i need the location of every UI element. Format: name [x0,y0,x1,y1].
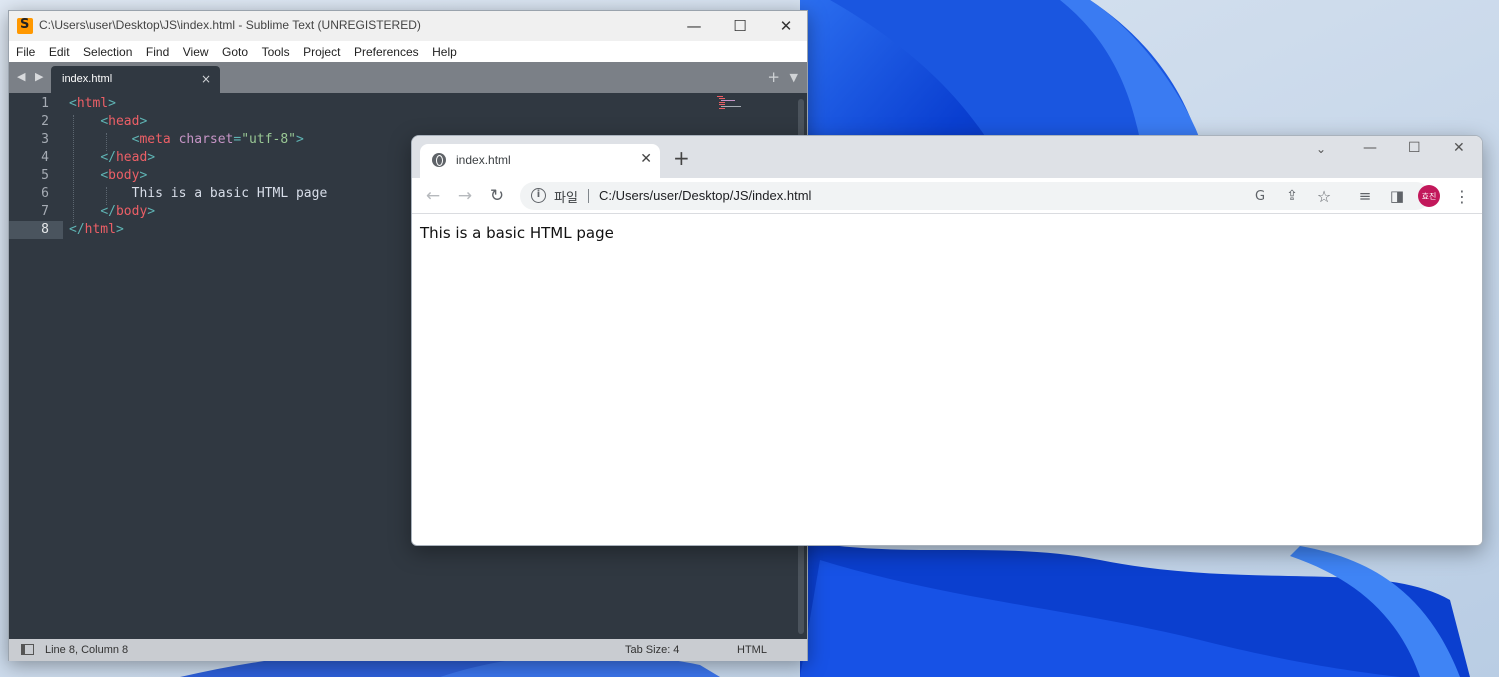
sublime-logo-icon: S [17,17,33,34]
info-icon[interactable]: i [531,188,546,203]
address-url[interactable]: C:/Users/user/Desktop/JS/index.html [599,188,811,203]
page-body-text: This is a basic HTML page [420,224,614,242]
toggle-panel-icon[interactable] [21,644,34,655]
maximize-icon[interactable]: ☐ [717,11,763,41]
chrome-page-content: This is a basic HTML page [412,215,1482,545]
bookmark-star-icon[interactable]: ☆ [1312,184,1336,208]
code-line-1: <html> [69,96,116,111]
menu-find[interactable]: Find [146,45,169,59]
menu-project[interactable]: Project [303,45,340,59]
more-menu-icon[interactable]: ⋮ [1450,184,1474,208]
menu-edit[interactable]: Edit [49,45,70,59]
profile-avatar[interactable]: 효진 [1418,185,1440,207]
minimap[interactable] [717,96,751,110]
tab-close-icon[interactable]: × [201,72,211,86]
chrome-tab-strip: index.html ✕ + ⌄ — ☐ ✕ [412,136,1482,178]
back-arrow-icon[interactable]: ← [421,184,445,208]
line-number: 2 [41,114,49,129]
sublime-status-bar: Line 8, Column 8 Tab Size: 4 HTML [9,639,807,661]
side-panel-icon[interactable]: ◨ [1385,184,1409,208]
tab-size-indicator[interactable]: Tab Size: 4 [625,644,679,656]
minimize-icon[interactable]: — [671,11,717,41]
code-line-6: This is a basic HTML page [131,186,328,201]
address-scheme-label: 파일 [554,191,578,206]
sublime-window-title: C:\Users\user\Desktop\JS\index.html - Su… [39,18,421,32]
sublime-tab-index-html[interactable]: index.html × [51,66,220,93]
tab-nav-arrows-icon[interactable]: ◀ ▶ [17,70,46,83]
code-line-2: <head> [100,114,148,129]
cursor-position: Line 8, Column 8 [45,644,129,656]
code-line-7: </body> [100,204,156,219]
sublime-menu-bar: File Edit Selection Find View Goto Tools… [9,41,807,62]
chrome-tab-label: index.html [456,153,511,167]
chrome-window: index.html ✕ + ⌄ — ☐ ✕ ← → ↻ i 파일 C:/Use… [411,135,1483,546]
address-bar[interactable]: i 파일 C:/Users/user/Desktop/JS/index.html… [520,182,1430,210]
menu-preferences[interactable]: Preferences [354,45,419,59]
forward-arrow-icon[interactable]: → [453,184,477,208]
code-line-4: </head> [100,150,156,165]
code-line-3: <meta charset="utf-8"> [131,132,304,147]
tab-list-dropdown-icon[interactable]: ▼ [790,71,798,84]
line-number: 6 [41,186,49,201]
menu-file[interactable]: File [16,45,35,59]
menu-goto[interactable]: Goto [222,45,248,59]
close-icon[interactable]: ✕ [1453,140,1465,156]
sublime-tab-bar: ◀ ▶ index.html × + ▼ [9,62,807,93]
menu-view[interactable]: View [183,45,209,59]
line-number: 5 [41,168,49,183]
chrome-tab-index-html[interactable]: index.html ✕ [420,144,660,178]
menu-selection[interactable]: Selection [83,45,132,59]
line-number-current: 8 [41,222,49,237]
minimize-icon[interactable]: — [1363,140,1377,156]
menu-tools[interactable]: Tools [262,45,290,59]
address-separator [588,189,589,203]
tab-close-icon[interactable]: ✕ [640,151,652,167]
syntax-indicator[interactable]: HTML [737,644,767,656]
share-icon[interactable]: ⇪ [1280,184,1304,208]
reading-list-icon[interactable]: ≡ [1353,184,1377,208]
reload-icon[interactable]: ↻ [485,184,509,208]
code-line-8: </html> [69,222,124,237]
translate-icon[interactable]: G [1248,184,1272,208]
line-number: 4 [41,150,49,165]
sublime-title-bar[interactable]: S C:\Users\user\Desktop\JS\index.html - … [9,11,807,41]
globe-icon [432,153,446,167]
maximize-icon[interactable]: ☐ [1408,140,1421,156]
line-number: 1 [41,96,49,111]
menu-help[interactable]: Help [432,45,457,59]
line-number: 3 [41,132,49,147]
tab-search-chevron-icon[interactable]: ⌄ [1316,142,1326,156]
chrome-toolbar: ← → ↻ i 파일 C:/Users/user/Desktop/JS/inde… [412,178,1482,214]
new-tab-plus-icon[interactable]: + [673,148,690,168]
code-line-5: <body> [100,168,148,183]
sublime-tab-label: index.html [62,73,113,85]
close-icon[interactable]: ✕ [763,11,809,41]
new-tab-plus-icon[interactable]: + [767,68,780,86]
line-number: 7 [41,204,49,219]
